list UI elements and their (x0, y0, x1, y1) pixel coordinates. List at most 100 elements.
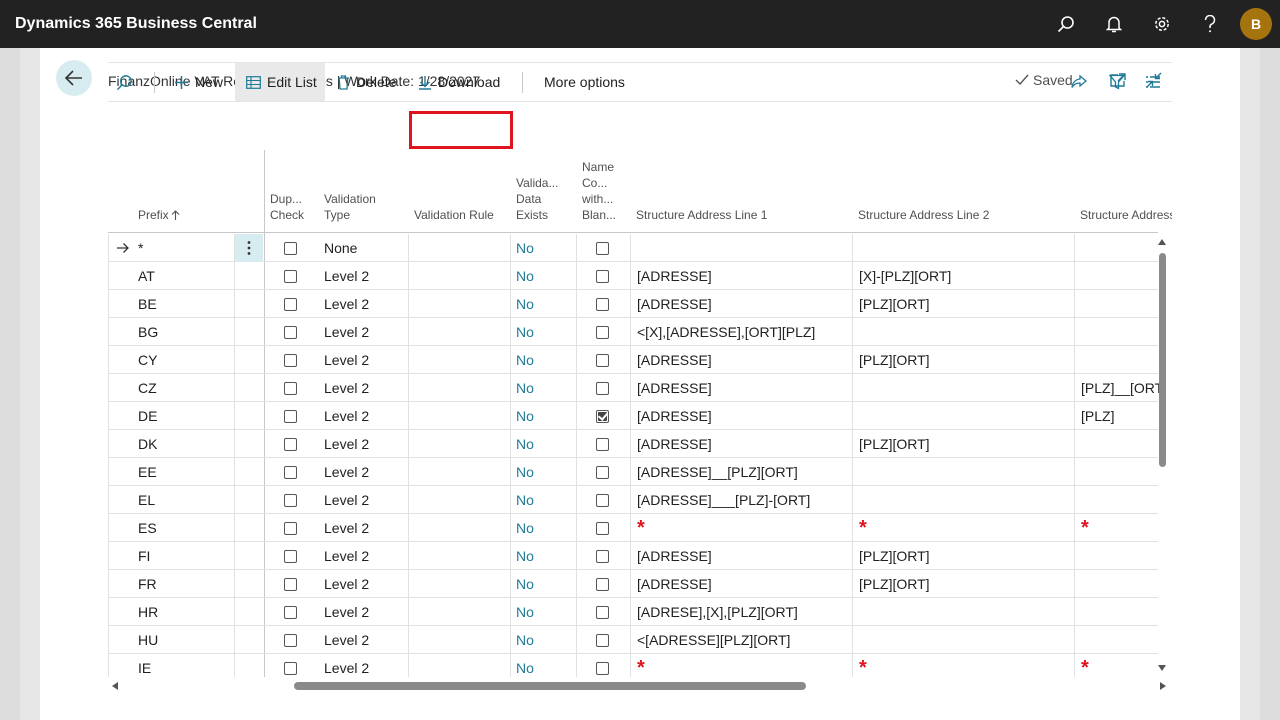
name-co-blank-checkbox-cell[interactable] (582, 290, 622, 318)
scroll-right-icon[interactable] (1160, 682, 1166, 690)
dup-check-checkbox[interactable] (283, 493, 297, 507)
share-icon[interactable] (1070, 63, 1088, 101)
name-co-blank-checkbox-cell[interactable] (582, 514, 622, 542)
name-co-blank-checkbox-cell[interactable] (582, 234, 622, 262)
column-header-validation-rule[interactable]: Validation Rule (414, 150, 514, 232)
address-line-2-cell[interactable] (859, 234, 1071, 262)
validation-rule-cell[interactable] (414, 458, 506, 486)
data-exists-cell[interactable]: No (516, 458, 572, 486)
row-indicator[interactable] (110, 374, 136, 402)
dup-check-checkbox-cell[interactable] (270, 318, 310, 346)
name-co-blank-checkbox[interactable] (595, 353, 609, 367)
name-co-blank-checkbox[interactable] (595, 437, 609, 451)
row-indicator[interactable] (110, 290, 136, 318)
validation-type-cell[interactable]: Level 2 (324, 430, 404, 458)
address-line-1-cell[interactable] (637, 234, 849, 262)
vertical-scroll-thumb[interactable] (1159, 253, 1166, 467)
column-header-address-line-3[interactable]: Structure Address (1080, 150, 1172, 232)
address-line-3-cell-required-marker[interactable]: * (1081, 514, 1161, 542)
dup-check-checkbox[interactable] (283, 297, 297, 311)
dup-check-checkbox[interactable] (283, 437, 297, 451)
name-co-blank-checkbox-cell[interactable] (582, 318, 622, 346)
address-line-1-cell[interactable]: <[X],[ADRESSE],[ORT][PLZ] (637, 318, 849, 346)
data-exists-cell[interactable]: No (516, 234, 572, 262)
prefix-cell[interactable]: EE (138, 458, 230, 486)
data-exists-cell[interactable]: No (516, 514, 572, 542)
address-line-3-cell[interactable]: [PLZ] (1081, 402, 1161, 430)
download-button[interactable]: Download (418, 63, 500, 101)
prefix-cell[interactable]: * (138, 234, 230, 262)
dup-check-checkbox-cell[interactable] (270, 430, 310, 458)
address-line-1-cell[interactable]: [ADRESSE] (637, 290, 849, 318)
dup-check-checkbox[interactable] (283, 325, 297, 339)
address-line-2-cell-required-marker[interactable]: * (859, 514, 1071, 542)
dup-check-checkbox-cell[interactable] (270, 514, 310, 542)
validation-type-cell[interactable]: Level 2 (324, 654, 404, 677)
name-co-blank-checkbox-cell[interactable] (582, 458, 622, 486)
validation-rule-cell[interactable] (414, 570, 506, 598)
table-row[interactable]: EL Level 2 No [ADRESSE]___[PLZ]-[ORT] (108, 486, 1158, 514)
data-exists-cell[interactable]: No (516, 290, 572, 318)
address-line-1-cell[interactable]: [ADRESSE] (637, 262, 849, 290)
validation-rule-cell[interactable] (414, 290, 506, 318)
name-co-blank-checkbox-cell[interactable] (582, 626, 622, 654)
table-row[interactable]: EE Level 2 No [ADRESSE]__[PLZ][ORT] (108, 458, 1158, 486)
address-line-3-cell[interactable] (1081, 598, 1161, 626)
table-row[interactable]: BE Level 2 No [ADRESSE] [PLZ][ORT] (108, 290, 1158, 318)
row-indicator[interactable] (110, 402, 136, 430)
dup-check-checkbox[interactable] (283, 633, 297, 647)
validation-rule-cell[interactable] (414, 626, 506, 654)
dup-check-checkbox[interactable] (283, 549, 297, 563)
table-row[interactable]: HR Level 2 No [ADRESE],[X],[PLZ][ORT] (108, 598, 1158, 626)
address-line-3-cell[interactable]: [PLZ]__[ORT] (1081, 374, 1161, 402)
validation-rule-cell[interactable] (414, 430, 506, 458)
dup-check-checkbox-cell[interactable] (270, 346, 310, 374)
address-line-2-cell[interactable]: [PLZ][ORT] (859, 430, 1071, 458)
validation-rule-cell[interactable] (414, 374, 506, 402)
search-icon[interactable] (1042, 0, 1090, 48)
address-line-3-cell[interactable] (1081, 318, 1161, 346)
dup-check-checkbox-cell[interactable] (270, 598, 310, 626)
address-line-1-cell[interactable]: [ADRESSE] (637, 374, 849, 402)
address-line-3-cell[interactable] (1081, 290, 1161, 318)
name-co-blank-checkbox[interactable] (595, 633, 609, 647)
name-co-blank-checkbox[interactable] (595, 381, 609, 395)
dup-check-checkbox[interactable] (283, 409, 297, 423)
dup-check-checkbox-cell[interactable] (270, 290, 310, 318)
name-co-blank-checkbox-cell[interactable] (582, 486, 622, 514)
new-button[interactable]: New (174, 63, 223, 101)
row-indicator[interactable] (110, 234, 136, 262)
validation-type-cell[interactable]: Level 2 (324, 486, 404, 514)
dup-check-checkbox[interactable] (283, 605, 297, 619)
table-row[interactable]: HU Level 2 No <[ADRESSE][PLZ][ORT] (108, 626, 1158, 654)
dup-check-checkbox-cell[interactable] (270, 374, 310, 402)
column-header-valida-data-exists[interactable]: Valida... Data Exists (516, 150, 576, 232)
address-line-2-cell[interactable] (859, 402, 1071, 430)
row-indicator[interactable] (110, 626, 136, 654)
dup-check-checkbox[interactable] (283, 353, 297, 367)
address-line-2-cell-required-marker[interactable]: * (859, 654, 1071, 678)
scroll-down-icon[interactable] (1158, 665, 1166, 671)
name-co-blank-checkbox[interactable] (595, 493, 609, 507)
validation-type-cell[interactable]: Level 2 (324, 598, 404, 626)
name-co-blank-checkbox-cell[interactable] (582, 654, 622, 677)
prefix-cell[interactable]: IE (138, 654, 230, 677)
validation-rule-cell[interactable] (414, 346, 506, 374)
validation-type-cell[interactable]: Level 2 (324, 514, 404, 542)
address-line-1-cell[interactable]: [ADRESSE] (637, 430, 849, 458)
validation-rule-cell[interactable] (414, 542, 506, 570)
table-row[interactable]: FI Level 2 No [ADRESSE] [PLZ][ORT] (108, 542, 1158, 570)
validation-rule-cell[interactable] (414, 234, 506, 262)
validation-rule-cell[interactable] (414, 262, 506, 290)
data-exists-cell[interactable]: No (516, 318, 572, 346)
name-co-blank-checkbox[interactable] (595, 297, 609, 311)
row-indicator[interactable] (110, 262, 136, 290)
prefix-cell[interactable]: AT (138, 262, 230, 290)
more-options-button[interactable]: More options (544, 63, 625, 101)
row-indicator[interactable] (110, 570, 136, 598)
prefix-cell[interactable]: HR (138, 598, 230, 626)
gear-icon[interactable] (1138, 0, 1186, 48)
dup-check-checkbox-cell[interactable] (270, 234, 310, 262)
name-co-blank-checkbox[interactable] (595, 521, 609, 535)
validation-type-cell[interactable]: Level 2 (324, 346, 404, 374)
